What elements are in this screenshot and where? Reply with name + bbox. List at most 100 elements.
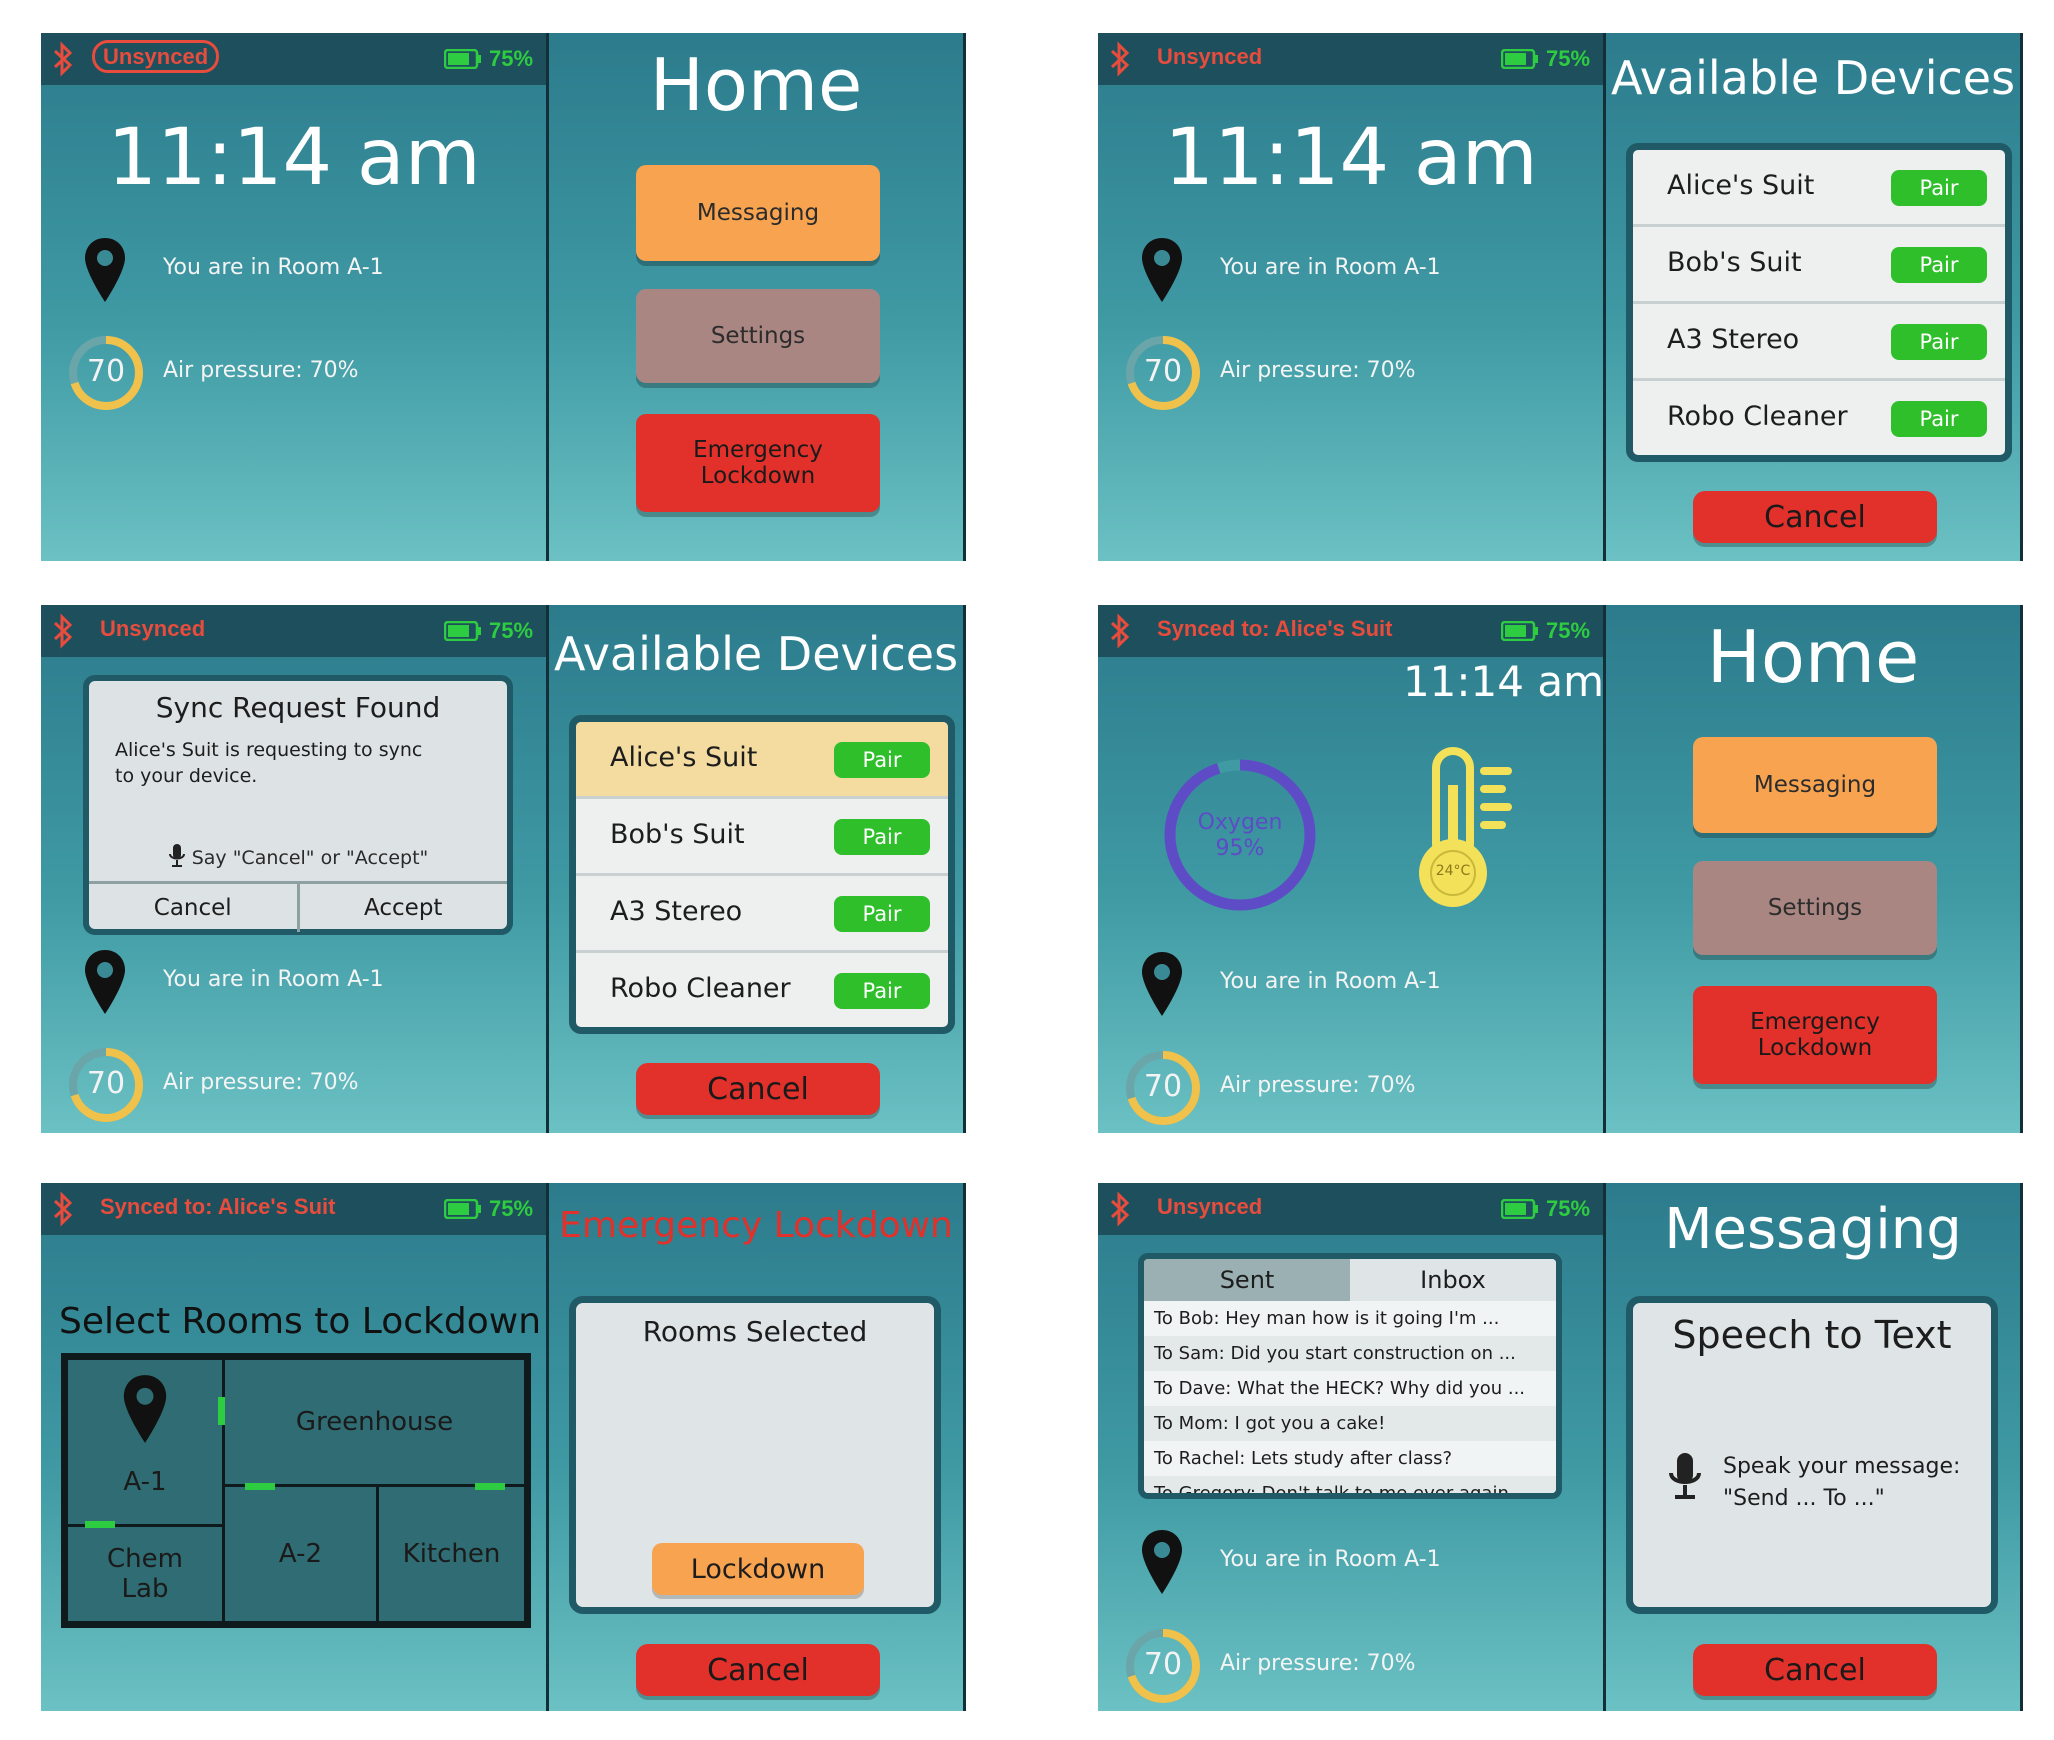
thermometer-icon (1419, 747, 1512, 907)
location-text: You are in Room A-1 (163, 255, 384, 280)
room-kitchen[interactable]: Kitchen (376, 1484, 527, 1624)
device-list: Alice's Suit Pair Bob's Suit Pair A3 Stere… (569, 715, 955, 1034)
cancel-button[interactable]: Cancel (89, 884, 297, 932)
pair-button[interactable]: Pair (834, 742, 930, 778)
device-name: Alice's Suit (610, 742, 758, 773)
bluetooth-icon[interactable] (1108, 1191, 1132, 1227)
pair-button[interactable]: Pair (834, 973, 930, 1009)
clock: 11:14 am (1164, 113, 1538, 203)
room-label: A-1 (123, 1467, 167, 1497)
location-pin-icon (1142, 1530, 1182, 1594)
room-chem-lab[interactable]: Chem Lab (65, 1524, 225, 1624)
emergency-lockdown-button[interactable]: Emergency Lockdown (1693, 986, 1937, 1084)
location-text: You are in Room A-1 (163, 967, 384, 992)
sync-request-dialog: Sync Request Found Alice's Suit is reque… (83, 675, 513, 935)
dialog-title: Sync Request Found (155, 691, 441, 724)
pair-button[interactable]: Pair (834, 819, 930, 855)
message-item[interactable]: To Rachel: Lets study after class? (1144, 1441, 1556, 1476)
bluetooth-icon[interactable] (1108, 41, 1132, 77)
battery-icon (444, 49, 481, 69)
pair-button[interactable]: Pair (834, 896, 930, 932)
message-item[interactable]: To Dave: What the HECK? Why did you ... (1144, 1371, 1556, 1406)
device-row[interactable]: Robo Cleaner Pair (1633, 381, 2005, 455)
pair-button[interactable]: Pair (1891, 324, 1987, 360)
location-pin-icon (85, 950, 125, 1014)
panel-title: Home (1706, 615, 1920, 699)
screen-edge (2020, 1183, 2023, 1711)
bluetooth-icon[interactable] (1108, 613, 1132, 649)
status-bar: Synced to: Alice's Suit 75% (1098, 605, 1604, 657)
battery-icon (1501, 621, 1538, 641)
cancel-button[interactable]: Cancel (636, 1063, 880, 1115)
dialog-actions: Cancel Accept (89, 881, 507, 932)
cancel-button[interactable]: Cancel (636, 1644, 880, 1696)
panel-title: Messaging (1664, 1197, 1962, 1262)
screen-available-devices: Unsynced 75% 11:14 am You are in Room A-… (1098, 33, 2023, 561)
screen-messaging: Unsynced 75% Sent Inbox To Bob: Hey man … (1098, 1183, 2023, 1711)
device-row[interactable]: Alice's Suit Pair (1633, 150, 2005, 227)
screen-emergency-lockdown: Synced to: Alice's Suit 75% Select Rooms… (41, 1183, 966, 1711)
battery-icon (444, 621, 481, 641)
menu-panel: Home Messaging Settings Emergency Lockdo… (549, 33, 963, 561)
pair-button[interactable]: Pair (1891, 170, 1987, 206)
device-name: A3 Stereo (610, 896, 743, 927)
dialog-message: Alice's Suit is requesting to sync to yo… (115, 739, 423, 787)
lockdown-button[interactable]: Lockdown (652, 1543, 864, 1595)
room-map: A-1 Greenhouse Chem Lab A-2 Kitchen (61, 1353, 531, 1628)
air-pressure-gauge-value: 70 (1143, 1069, 1183, 1104)
screen-edge (963, 1183, 966, 1711)
battery-percent: 75% (489, 618, 534, 643)
air-pressure-gauge-value: 70 (86, 354, 126, 389)
battery-icon (1501, 1199, 1538, 1219)
temperature-value: 24°C (1435, 863, 1471, 879)
message-tabs: Sent Inbox (1144, 1259, 1556, 1301)
devices-panel: Available Devices Alice's Suit Pair Bob's… (549, 605, 963, 1133)
location-pin-icon (1142, 952, 1182, 1016)
device-row-highlighted[interactable]: Alice's Suit Pair (576, 722, 948, 799)
device-list: Alice's Suit Pair Bob's Suit Pair A3 Stere… (1626, 143, 2012, 462)
device-row[interactable]: Robo Cleaner Pair (576, 953, 948, 1027)
device-name: Bob's Suit (610, 819, 745, 850)
room-greenhouse[interactable]: Greenhouse (222, 1357, 527, 1487)
tab-inbox[interactable]: Inbox (1350, 1259, 1556, 1301)
bluetooth-icon[interactable] (51, 1191, 75, 1227)
pair-button[interactable]: Pair (1891, 401, 1987, 437)
room-label: Kitchen (402, 1539, 501, 1569)
bluetooth-icon[interactable] (51, 613, 75, 649)
air-pressure-text: Air pressure: 70% (1220, 358, 1416, 383)
tab-sent[interactable]: Sent (1144, 1259, 1350, 1301)
microphone-icon[interactable] (1667, 1451, 1703, 1503)
message-item[interactable]: To Sam: Did you start construction on ..… (1144, 1336, 1556, 1371)
device-row[interactable]: Bob's Suit Pair (576, 799, 948, 876)
settings-button[interactable]: Settings (636, 289, 880, 383)
device-row[interactable]: A3 Stereo Pair (576, 876, 948, 953)
rooms-selected-box: Rooms Selected Lockdown (569, 1296, 941, 1614)
pair-button[interactable]: Pair (1891, 247, 1987, 283)
accept-button[interactable]: Accept (296, 884, 508, 932)
speech-title: Speech to Text (1672, 1313, 1952, 1357)
message-item[interactable]: To Bob: Hey man how is it going I'm ... (1144, 1301, 1556, 1336)
air-pressure-text: Air pressure: 70% (1220, 1073, 1416, 1098)
sync-status-badge[interactable]: Unsynced (92, 40, 220, 73)
message-item[interactable]: To Gregory: Don't talk to me ever again (1144, 1476, 1556, 1493)
battery-percent: 75% (1546, 1196, 1591, 1221)
air-pressure-gauge-value: 70 (1143, 1647, 1183, 1682)
battery-icon (444, 1199, 481, 1219)
cancel-button[interactable]: Cancel (1693, 491, 1937, 543)
panel-title: Home (649, 43, 863, 127)
messaging-button[interactable]: Messaging (1693, 737, 1937, 833)
cancel-button[interactable]: Cancel (1693, 1644, 1937, 1696)
sync-status-text: Unsynced (100, 616, 206, 641)
devices-panel: Available Devices Alice's Suit Pair Bob's… (1606, 33, 2020, 561)
messaging-button[interactable]: Messaging (636, 165, 880, 261)
room-a2[interactable]: A-2 (222, 1484, 379, 1624)
message-item[interactable]: To Mom: I got you a cake! (1144, 1406, 1556, 1441)
device-row[interactable]: A3 Stereo Pair (1633, 304, 2005, 381)
bluetooth-icon[interactable] (51, 41, 75, 77)
location-pin-icon (85, 238, 125, 302)
device-row[interactable]: Bob's Suit Pair (1633, 227, 2005, 304)
sync-status-text: Synced to: Alice's Suit (100, 1194, 336, 1219)
location-text: You are in Room A-1 (1220, 1547, 1441, 1572)
settings-button[interactable]: Settings (1693, 861, 1937, 955)
emergency-lockdown-button[interactable]: Emergency Lockdown (636, 414, 880, 512)
